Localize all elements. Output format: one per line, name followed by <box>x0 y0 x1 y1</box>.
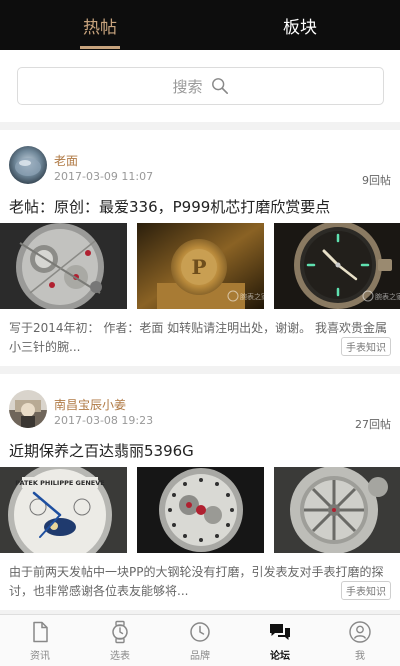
nav-item-news[interactable]: 资讯 <box>0 615 80 666</box>
nav-item-forum[interactable]: 论坛 <box>240 615 320 666</box>
watermark-text: 腕表之家 <box>240 292 264 301</box>
post-author[interactable]: 南昌宝辰小姜 <box>54 396 126 413</box>
nav-label: 品牌 <box>190 650 210 662</box>
post-excerpt: 写于2014年初： 作者：老面 如转贴请注明出处，谢谢。 我喜欢贵金属小三针的腕… <box>9 321 387 354</box>
nav-label: 论坛 <box>270 650 290 662</box>
post-title[interactable]: 老帖：原创：最爱336，P999机芯打磨欣赏要点 <box>9 196 330 217</box>
watermark-text: 腕表之家 <box>375 292 400 301</box>
post-card[interactable]: 老面 2017-03-09 11:07 9回帖 老帖：原创：最爱336，P999… <box>0 130 400 366</box>
bottom-nav: 资讯 选表 品牌 论坛 我 <box>0 614 400 666</box>
search-icon <box>211 78 228 95</box>
clock-icon <box>190 621 210 642</box>
nav-item-me[interactable]: 我 <box>320 615 400 666</box>
post-image-skeleton[interactable] <box>137 467 264 553</box>
tab-hot-posts[interactable]: 热帖 <box>0 0 200 50</box>
category-tag[interactable]: 手表知识 <box>341 337 391 356</box>
search-input[interactable]: 搜索 <box>17 67 384 105</box>
tab-boards[interactable]: 板块 <box>200 0 400 50</box>
nav-item-choose-watch[interactable]: 选表 <box>80 615 160 666</box>
post-excerpt: 由于前两天发帖中一块PP的大钢轮没有打磨，引发表友对手表打磨的探讨，也非常感谢各… <box>9 565 384 598</box>
nav-label: 资讯 <box>30 650 50 662</box>
post-image-row: PATEK PHILIPPE GENEVE <box>0 467 400 553</box>
user-icon <box>349 620 371 643</box>
avatar[interactable] <box>9 146 47 184</box>
post-time: 2017-03-08 19:23 <box>54 414 154 427</box>
post-image-movement[interactable] <box>0 223 127 309</box>
post-image-dial[interactable]: 腕表之家 <box>274 223 400 309</box>
watch-icon <box>112 620 128 643</box>
nav-label: 选表 <box>110 650 130 662</box>
dial-text: PATEK PHILIPPE GENEVE <box>15 479 104 487</box>
top-tab-bar: 热帖 板块 <box>0 0 400 50</box>
post-image-moonphase-dial[interactable]: PATEK PHILIPPE GENEVE <box>0 467 127 553</box>
reply-count: 27回帖 <box>355 418 391 431</box>
chat-bubbles-icon <box>270 623 290 640</box>
post-card[interactable]: 南昌宝辰小姜 2017-03-08 19:23 27回帖 近期保养之百达翡丽53… <box>0 374 400 610</box>
post-title[interactable]: 近期保养之百达翡丽5396G <box>9 440 194 461</box>
post-image-row: P 腕表之家 <box>0 223 400 309</box>
nav-label: 我 <box>355 650 365 662</box>
svg-text:P: P <box>191 255 206 279</box>
post-image-crown[interactable]: P 腕表之家 <box>137 223 264 309</box>
post-time: 2017-03-09 11:07 <box>54 170 154 183</box>
search-section: 搜索 <box>0 50 400 122</box>
post-image-wheel[interactable] <box>274 467 400 553</box>
search-placeholder: 搜索 <box>172 77 203 96</box>
avatar[interactable] <box>9 390 47 428</box>
nav-item-brands[interactable]: 品牌 <box>160 615 240 666</box>
post-author[interactable]: 老面 <box>54 152 78 169</box>
document-icon <box>33 621 48 642</box>
category-tag[interactable]: 手表知识 <box>341 581 391 600</box>
reply-count: 9回帖 <box>362 174 391 187</box>
